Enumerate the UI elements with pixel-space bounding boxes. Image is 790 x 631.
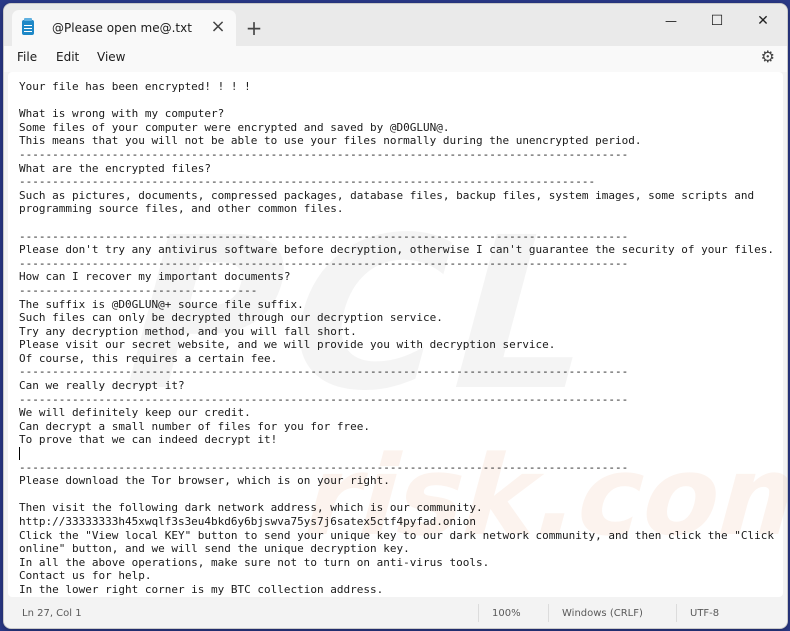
close-tab-icon[interactable]: ×	[208, 17, 228, 37]
text-line: Some files of your computer were encrypt…	[19, 120, 450, 134]
text-line: To prove that we can indeed decrypt it!	[19, 433, 278, 447]
close-window-button[interactable]: ✕	[743, 6, 783, 36]
text-line: In the lower right corner is my BTC coll…	[19, 582, 384, 596]
status-divider	[676, 604, 677, 622]
status-divider	[478, 604, 479, 622]
text-line: ----------------------------------------…	[19, 147, 629, 161]
title-bar: @Please open me@.txt × + — ☐ ✕	[4, 4, 787, 46]
gear-icon[interactable]: ⚙	[761, 47, 775, 66]
text-line: ----------------------------------------…	[19, 256, 629, 270]
status-bar: Ln 27, Col 1 100% Windows (CRLF) UTF-8	[4, 598, 787, 628]
text-line: Then visit the following dark network ad…	[19, 501, 483, 515]
text-line	[19, 216, 777, 230]
text-line: programming source files, and other comm…	[19, 202, 344, 216]
line-ending: Windows (CRLF)	[562, 608, 643, 619]
menu-edit[interactable]: Edit	[56, 50, 79, 64]
text-line: Please download the Tor browser, which i…	[19, 474, 390, 488]
text-line: Please don't try any antivirus software …	[19, 243, 774, 257]
text-line: Please visit our secret website, and we …	[19, 338, 556, 352]
text-line: Such files can only be decrypted through…	[19, 311, 443, 325]
text-line: ----------------------------------------…	[19, 460, 629, 474]
text-line	[19, 94, 777, 108]
text-line: In all the above operations, make sure n…	[19, 555, 490, 569]
text-line: What is wrong with my computer?	[19, 107, 225, 121]
text-line: ----------------------------------------…	[19, 365, 629, 379]
text-line: ----------------------------------------…	[19, 175, 596, 189]
encoding: UTF-8	[690, 608, 720, 619]
menu-bar: File Edit View ⚙	[4, 46, 787, 72]
document-tab[interactable]: @Please open me@.txt ×	[12, 10, 236, 46]
text-line	[19, 488, 777, 502]
text-line: Can decrypt a small number of files for …	[19, 419, 370, 433]
text-line: Click the "View local KEY" button to sen…	[19, 528, 774, 542]
text-line: http://33333333h45xwqlf3s3eu4bkd6y6bjswv…	[19, 515, 476, 528]
text-line: ------------------------------------	[19, 283, 258, 297]
text-line: Can we really decrypt it?	[19, 379, 185, 393]
text-line: online" button, and we will send the uni…	[19, 542, 410, 556]
tab-title: @Please open me@.txt	[52, 21, 192, 35]
notepad-window: @Please open me@.txt × + — ☐ ✕ File Edit…	[3, 3, 788, 629]
text-line: Try any decryption method, and you will …	[19, 324, 357, 338]
cursor-position: Ln 27, Col 1	[22, 608, 82, 619]
text-line: The suffix is @D0GLUN@+ source file suff…	[19, 297, 304, 311]
text-line: What are the encrypted files?	[19, 161, 212, 175]
menu-file[interactable]: File	[17, 50, 37, 64]
text-line: ----------------------------------------…	[19, 229, 629, 243]
text-line	[19, 447, 777, 461]
menu-view[interactable]: View	[97, 50, 125, 64]
new-tab-button[interactable]: +	[242, 16, 266, 40]
text-line: ----------------------------------------…	[19, 392, 629, 406]
text-editor[interactable]: PCL risk.com Your file has been encrypte…	[8, 72, 787, 597]
text-line: Your file has been encrypted! ! ! !	[19, 80, 251, 93]
maximize-button[interactable]: ☐	[697, 6, 737, 36]
text-line: Of course, this requires a certain fee.	[19, 351, 278, 365]
text-line: We will definitely keep our credit.	[19, 406, 251, 420]
text-line: Such as pictures, documents, compressed …	[19, 188, 755, 202]
text-line: Contact us for help.	[19, 569, 152, 583]
text-caret	[19, 447, 20, 461]
document-text[interactable]: Your file has been encrypted! ! ! ! What …	[19, 80, 777, 597]
text-line: How can I recover my important documents…	[19, 270, 291, 284]
text-line: This means that you will not be able to …	[19, 134, 642, 148]
zoom-level: 100%	[492, 608, 521, 619]
notepad-icon	[22, 18, 34, 35]
status-divider	[548, 604, 549, 622]
minimize-button[interactable]: —	[651, 6, 691, 36]
